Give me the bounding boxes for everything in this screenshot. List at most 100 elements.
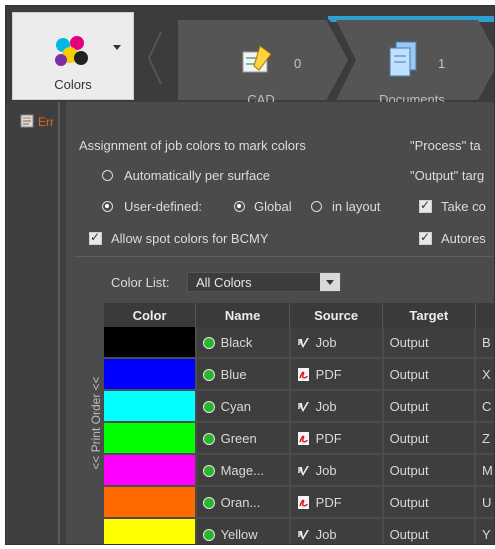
job-icon [297, 463, 316, 478]
target-label: Output [389, 366, 429, 382]
source-cell[interactable]: PDF [289, 486, 384, 519]
table-row[interactable]: Yellow Job Output Y [104, 518, 494, 544]
target-cell[interactable]: Output [382, 518, 477, 544]
target-label: Output [389, 462, 429, 478]
chevron-down-icon[interactable] [113, 45, 121, 50]
in-layout-label: in layout [332, 199, 381, 214]
color-swatch[interactable] [104, 390, 197, 423]
cad-icon [242, 45, 272, 73]
color-name: Blue [220, 366, 247, 382]
chevron-down-icon[interactable] [320, 273, 340, 291]
color-swatch[interactable] [104, 486, 197, 519]
error-tab-label[interactable]: Err [38, 115, 54, 129]
user-defined-radio[interactable] [102, 201, 113, 212]
color-list-selected: All Colors [196, 275, 252, 290]
target-label: Output [389, 494, 429, 510]
target-cell[interactable]: Output [382, 327, 477, 359]
extra-cell[interactable]: Y [475, 518, 494, 544]
extra-cell[interactable]: U [475, 486, 494, 519]
color-name-cell[interactable]: Mage... [195, 454, 291, 487]
colors-button[interactable]: Colors [12, 12, 134, 100]
column-header-source[interactable]: Source [289, 303, 384, 327]
allow-spot-checkbox[interactable] [89, 230, 102, 245]
documents-icon [389, 41, 417, 77]
output-target-label: "Output" targ [410, 168, 485, 183]
assignment-heading: Assignment of job colors to mark colors [79, 138, 306, 153]
color-name-cell[interactable]: Cyan [195, 390, 291, 423]
previous-step-arrow-icon[interactable] [141, 28, 171, 88]
source-cell[interactable]: Job [289, 518, 384, 544]
column-header-target[interactable]: Target [382, 303, 476, 327]
color-swatch[interactable] [104, 454, 197, 487]
status-ok-icon [202, 400, 215, 413]
color-table: Color Name Source Target Black Job Output B… [104, 303, 494, 544]
status-ok-icon [202, 368, 215, 381]
autores-checkbox[interactable] [419, 230, 432, 245]
target-cell[interactable]: Output [382, 358, 477, 391]
workflow-steps: 0 CAD 1 Documents [178, 12, 494, 107]
print-order-label: << Print Order << [89, 376, 103, 470]
extra-label: X [482, 366, 491, 382]
column-header-name[interactable]: Name [195, 303, 291, 327]
job-icon [297, 527, 316, 542]
color-swatch[interactable] [104, 518, 197, 544]
color-swatch[interactable] [104, 358, 197, 391]
extra-cell[interactable]: Z [475, 422, 494, 455]
global-radio[interactable] [234, 201, 245, 212]
cad-count: 0 [294, 56, 302, 71]
color-list-label: Color List: [111, 275, 170, 290]
print-order-handle[interactable]: << Print Order << [86, 316, 103, 544]
extra-label: C [482, 398, 492, 414]
source-cell[interactable]: PDF [289, 358, 384, 391]
step-cad[interactable]: 0 CAD [198, 22, 308, 107]
source-label: PDF [315, 494, 342, 510]
target-cell[interactable]: Output [382, 486, 477, 519]
extra-cell[interactable]: M [475, 454, 494, 487]
top-toolbar: Colors 0 CAD 1 Documents [6, 6, 494, 107]
color-list-dropdown[interactable]: All Colors [187, 272, 341, 292]
table-row[interactable]: Oran... PDF Output U [104, 486, 494, 519]
extra-cell[interactable]: X [475, 358, 494, 391]
autores-label: Autores [441, 231, 486, 246]
column-header-color[interactable]: Color [104, 303, 197, 327]
color-swatch[interactable] [104, 422, 197, 455]
extra-cell[interactable]: C [475, 390, 494, 423]
allow-spot-label: Allow spot colors for BCMY [111, 231, 269, 246]
pdf-icon [297, 431, 316, 446]
job-icon [297, 335, 316, 350]
extra-label: M [482, 462, 493, 478]
source-cell[interactable]: Job [289, 454, 384, 487]
table-row[interactable]: Black Job Output B [104, 327, 494, 359]
source-cell[interactable]: PDF [289, 422, 384, 455]
table-row[interactable]: Blue PDF Output X [104, 358, 494, 391]
source-cell[interactable]: Job [289, 390, 384, 423]
color-name-cell[interactable]: Blue [195, 358, 291, 391]
colors-panel: Assignment of job colors to mark colors … [66, 102, 494, 544]
job-icon [297, 399, 316, 414]
target-cell[interactable]: Output [382, 454, 477, 487]
color-name-cell[interactable]: Black [195, 327, 291, 359]
extra-label: Z [482, 430, 490, 446]
color-name-cell[interactable]: Yellow [195, 518, 291, 544]
target-cell[interactable]: Output [382, 390, 477, 423]
source-label: Job [315, 462, 337, 478]
step-documents[interactable]: 1 Documents [352, 22, 472, 107]
table-row[interactable]: Green PDF Output Z [104, 422, 494, 455]
table-row[interactable]: Mage... Job Output M [104, 454, 494, 487]
color-name: Yellow [220, 526, 258, 542]
source-cell[interactable]: Job [289, 327, 384, 359]
color-name-cell[interactable]: Oran... [195, 486, 291, 519]
color-name-cell[interactable]: Green [195, 422, 291, 455]
extra-cell[interactable]: B [475, 327, 494, 359]
color-name: Black [220, 334, 253, 350]
auto-per-surface-radio[interactable] [102, 170, 113, 181]
color-swatch[interactable] [104, 327, 197, 359]
table-row[interactable]: Cyan Job Output C [104, 390, 494, 423]
target-label: Output [389, 334, 429, 350]
extra-label: U [482, 494, 492, 510]
in-layout-radio[interactable] [311, 201, 322, 212]
take-checkbox[interactable] [419, 198, 432, 213]
color-name: Oran... [220, 494, 261, 510]
target-cell[interactable]: Output [382, 422, 477, 455]
source-label: PDF [315, 366, 342, 382]
